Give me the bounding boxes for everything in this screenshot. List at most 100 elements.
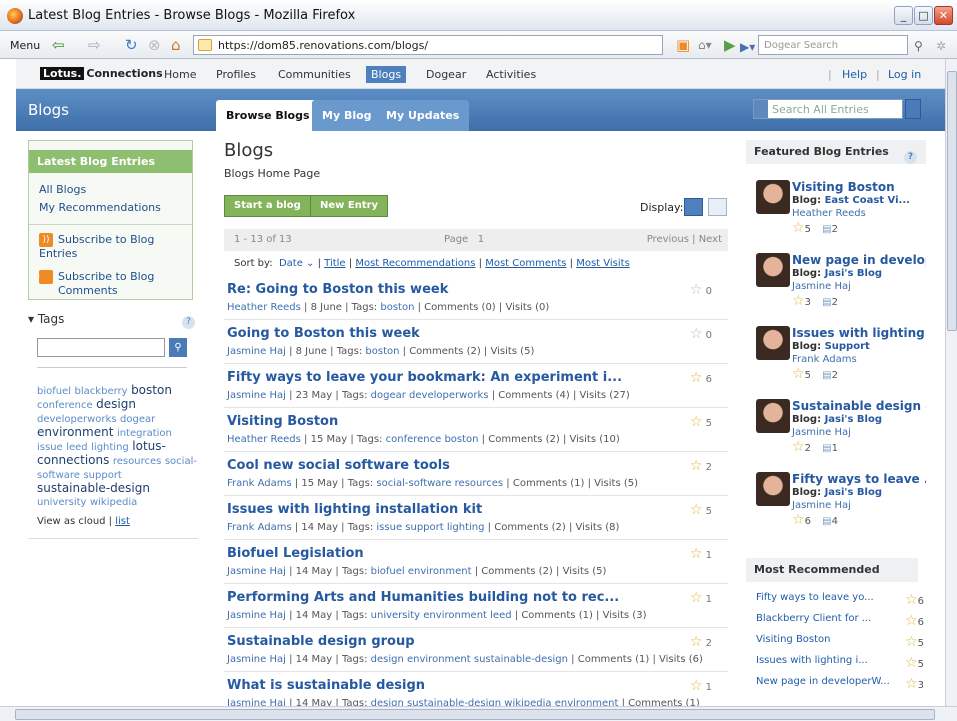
entry-tags[interactable]: university environment leed [371,610,512,621]
featured-title-link[interactable]: Sustainable design g.. [792,399,926,413]
go-icon[interactable]: ▶ [724,37,736,53]
subscribe-comments-link[interactable]: )) Subscribe to Blog Comments [29,270,192,297]
stop-icon[interactable]: ⊗ [148,37,161,53]
entry-title-link[interactable]: Fifty ways to leave your bookmark: An ex… [227,370,622,385]
entry-title-link[interactable]: Cool new social software tools [227,458,450,473]
entry-title-link[interactable]: Issues with lighting installation kit [227,502,482,517]
featured-title-link[interactable]: Visiting Boston [792,180,926,194]
entry-tags[interactable]: social-software resources [376,478,503,489]
tag-link[interactable]: leed [66,442,87,453]
nav-activities[interactable]: Activities [486,68,536,81]
tab-my-blog[interactable]: My Blog [312,100,382,131]
rss-feed-icon[interactable]: ▣ [676,37,690,53]
star-icon[interactable]: ☆ [690,590,703,606]
help-link[interactable]: Help [842,68,867,81]
subscribe-entries-link[interactable]: )) Subscribe to Blog Entries [29,233,192,260]
recommended-link[interactable]: Fifty ways to leave yo... [756,592,874,603]
recommended-link[interactable]: Issues with lighting i... [756,655,868,666]
tab-my-updates[interactable]: My Updates [376,100,470,131]
tag-link[interactable]: university [37,497,86,508]
nav-blogs[interactable]: Blogs [366,66,407,83]
entry-title-link[interactable]: Performing Arts and Humanities building … [227,590,619,605]
sort-title[interactable]: Title [324,258,345,269]
featured-blog-link[interactable]: Jasi's Blog [825,268,882,279]
tag-link[interactable]: dogear [120,414,155,425]
forward-icon[interactable]: ⇨ [88,37,101,53]
featured-author-link[interactable]: Frank Adams [792,354,857,365]
tag-link[interactable]: boston [131,383,172,397]
featured-blog-link[interactable]: Support [825,341,870,352]
blog-search-button[interactable] [905,99,921,119]
nav-home[interactable]: Home [164,68,196,81]
back-icon[interactable]: ⇦ [52,37,65,53]
sort-comments[interactable]: Most Comments [485,258,566,269]
star-icon[interactable]: ☆ [690,326,703,342]
entry-author-link[interactable]: Jasmine Haj [227,610,286,621]
sort-recommendations[interactable]: Most Recommendations [355,258,475,269]
featured-blog-link[interactable]: Jasi's Blog [825,487,882,498]
vertical-scrollbar[interactable] [945,59,957,706]
entry-tags[interactable]: boston [365,346,399,357]
entry-author-link[interactable]: Jasmine Haj [227,346,286,357]
entry-author-link[interactable]: Frank Adams [227,478,292,489]
entry-tags[interactable]: boston [380,302,414,313]
new-entry-button[interactable]: New Entry [310,195,389,217]
entry-author-link[interactable]: Frank Adams [227,522,292,533]
list-view-icon[interactable] [684,198,703,216]
tag-link[interactable]: blackberry [75,386,128,397]
nav-profiles[interactable]: Profiles [216,68,256,81]
maximize-button[interactable]: □ [914,6,933,25]
entry-title-link[interactable]: Re: Going to Boston this week [227,282,448,297]
nav-communities[interactable]: Communities [278,68,351,81]
reload-icon[interactable]: ↻ [125,37,138,53]
featured-blog-link[interactable]: Jasi's Blog [825,414,882,425]
help-icon[interactable]: ? [904,151,917,164]
entry-tags[interactable]: issue support lighting [376,522,484,533]
menu-button[interactable]: Menu [10,39,40,52]
summary-view-icon[interactable] [708,198,727,216]
entry-author-link[interactable]: Heather Reeds [227,302,301,313]
star-icon[interactable]: ☆ [690,634,703,650]
featured-author-link[interactable]: Heather Reeds [792,208,866,219]
star-icon[interactable]: ☆ [690,678,703,694]
recommended-link[interactable]: New page in developerW... [756,676,890,687]
sort-date[interactable]: Date ⌄ [279,258,314,269]
entry-title-link[interactable]: What is sustainable design [227,678,425,693]
star-icon[interactable]: ☆ [690,282,703,298]
avatar[interactable] [756,326,790,360]
tag-link[interactable]: support [83,470,121,481]
home-icon[interactable]: ⌂ [171,37,181,53]
featured-title-link[interactable]: Issues with lighting... [792,326,926,340]
bookmark-icon[interactable]: ⌂▾ [698,37,712,53]
help-icon[interactable]: ? [182,316,195,329]
tag-search-button[interactable]: ⚲ [169,338,187,357]
tag-slider[interactable] [37,367,187,368]
latest-entries-header[interactable]: Latest Blog Entries [29,150,192,173]
tag-link[interactable]: environment [37,425,113,439]
tag-link[interactable]: design [96,397,136,411]
featured-title-link[interactable]: Fifty ways to leave ... [792,472,926,486]
list-link[interactable]: list [115,516,130,527]
tag-link[interactable]: wikipedia [90,497,137,508]
entry-tags[interactable]: biofuel environment [371,566,472,577]
featured-author-link[interactable]: Jasmine Haj [792,281,851,292]
blog-search-input[interactable]: Search All Entries [753,99,903,119]
tag-link[interactable]: resources [113,456,161,467]
featured-author-link[interactable]: Jasmine Haj [792,427,851,438]
star-icon[interactable]: ☆ [690,502,703,518]
close-button[interactable]: ✕ [934,6,953,25]
all-blogs-link[interactable]: All Blogs [29,183,192,196]
entry-title-link[interactable]: Visiting Boston [227,414,338,429]
site-identity-icon[interactable] [198,39,212,51]
tag-link[interactable]: sustainable-design [37,481,150,495]
settings-icon[interactable]: ✲ [936,38,946,54]
star-icon[interactable]: ☆ [690,414,703,430]
tag-link[interactable]: issue [37,442,63,453]
avatar[interactable] [756,180,790,214]
entry-tags[interactable]: dogear developerworks [371,390,489,401]
star-icon[interactable]: ☆ [690,546,703,562]
entry-title-link[interactable]: Going to Boston this week [227,326,420,341]
avatar[interactable] [756,472,790,506]
url-bar[interactable]: https://dom85.renovations.com/blogs/ [193,35,663,55]
entry-author-link[interactable]: Jasmine Haj [227,566,286,577]
